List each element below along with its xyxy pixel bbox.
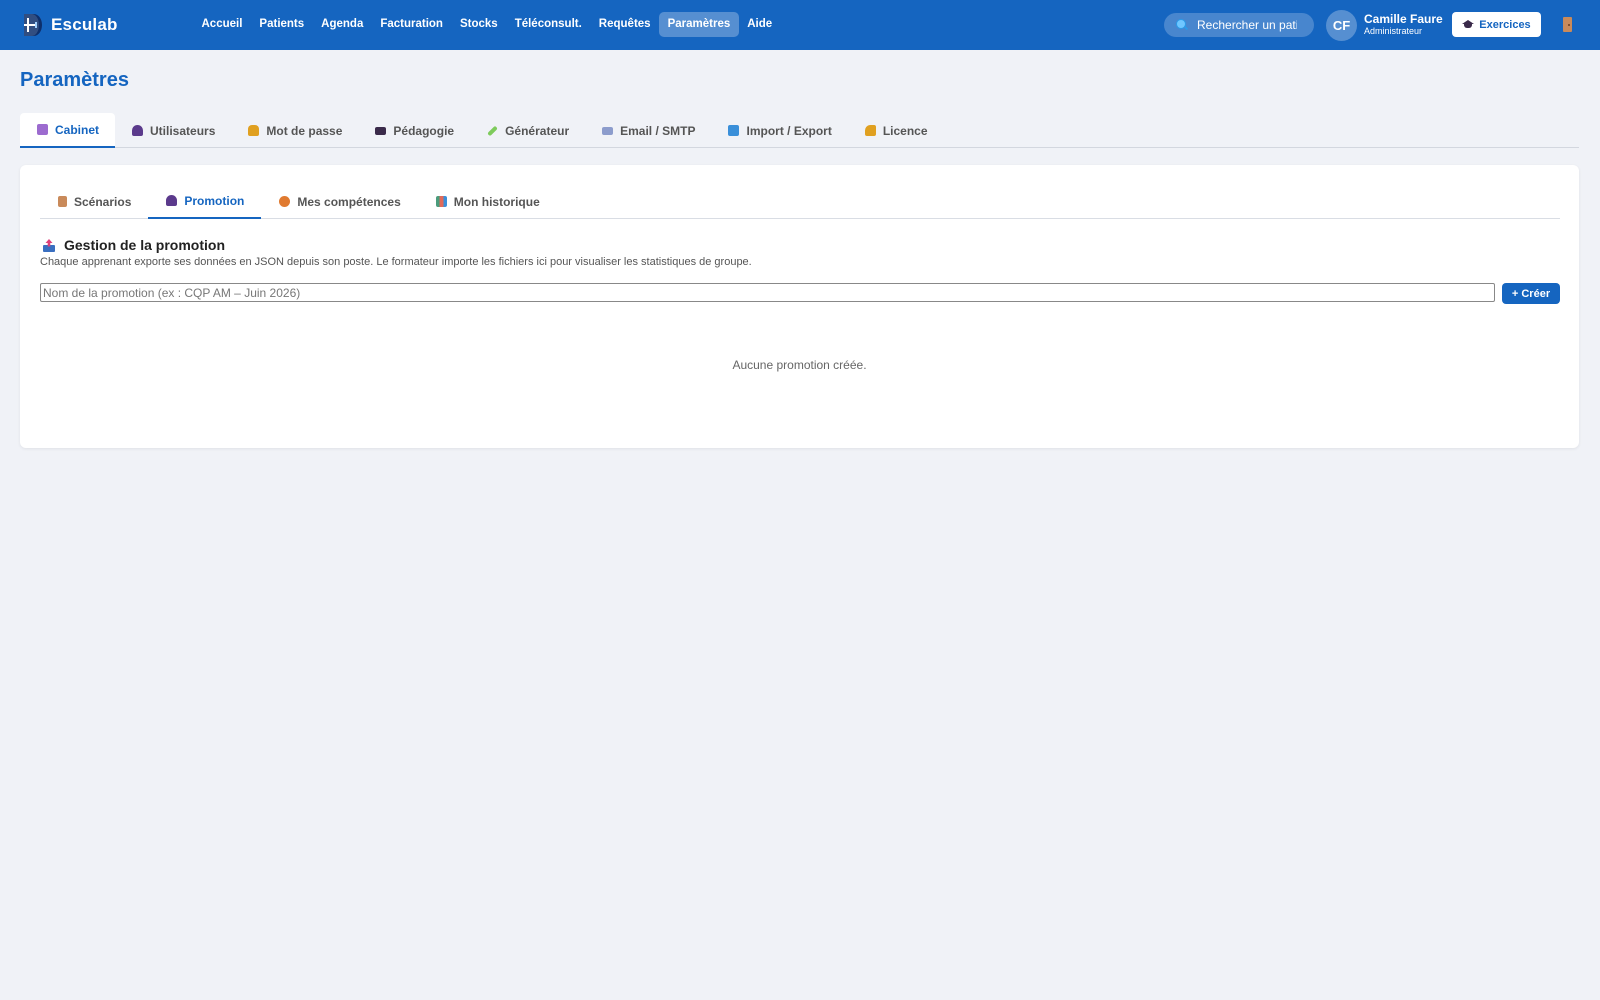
avatar[interactable]: CF: [1326, 10, 1357, 41]
clipboard-icon: [58, 196, 67, 207]
tab-label: Email / SMTP: [620, 123, 696, 138]
tab-label: Cabinet: [55, 122, 100, 137]
main-nav: Accueil Patients Agenda Facturation Stoc…: [193, 12, 781, 37]
user-info[interactable]: Camille Faure Administrateur: [1364, 13, 1443, 37]
tab-label: Générateur: [505, 123, 570, 138]
tab-label: Import / Export: [746, 123, 832, 138]
exercices-button[interactable]: Exercices: [1452, 12, 1541, 37]
nav-item-requetes[interactable]: Requêtes: [590, 12, 659, 37]
nav-item-accueil[interactable]: Accueil: [193, 12, 251, 37]
brand[interactable]: Esculab: [20, 12, 118, 38]
graduation-cap-icon: [375, 126, 387, 135]
section-description: Chaque apprenant exporte ses données en …: [40, 256, 752, 268]
medal-icon: [279, 196, 291, 207]
app-name: Esculab: [51, 15, 118, 34]
inbox-tray-icon: [43, 238, 55, 252]
tab-label: Utilisateurs: [150, 123, 216, 138]
tab-cabinet[interactable]: Cabinet: [20, 113, 116, 148]
promotion-name-input[interactable]: [40, 283, 1495, 302]
top-bar: Esculab Accueil Patients Agenda Facturat…: [0, 0, 1600, 50]
section-title: Gestion de la promotion: [64, 237, 226, 253]
users-icon: [166, 195, 178, 206]
subtab-mes-competences[interactable]: Mes compétences: [261, 184, 417, 219]
graduation-cap-icon: [1462, 20, 1475, 29]
users-icon: [132, 125, 144, 136]
esculab-logo-icon: [24, 14, 42, 36]
nav-item-agenda[interactable]: Agenda: [313, 12, 372, 37]
key-icon: [864, 125, 876, 136]
page-title: Paramètres: [20, 69, 129, 91]
lock-icon: [248, 125, 260, 136]
user-name: Camille Faure: [1364, 12, 1443, 26]
subtab-label: Mes compétences: [297, 194, 401, 209]
settings-tabs: Cabinet Utilisateurs Mot de passe Pédago…: [20, 113, 1579, 148]
section-header: Gestion de la promotion: [43, 237, 225, 253]
subtab-mon-historique[interactable]: Mon historique: [418, 184, 557, 219]
tab-label: Licence: [882, 123, 928, 138]
nav-item-parametres[interactable]: Paramètres: [659, 12, 739, 37]
tab-label: Mot de passe: [266, 123, 343, 138]
subtab-promotion[interactable]: Promotion: [148, 184, 262, 219]
create-promotion-button[interactable]: + Créer: [1502, 283, 1560, 304]
door-icon[interactable]: [1563, 17, 1572, 32]
exercices-label: Exercices: [1479, 18, 1531, 31]
subtab-label: Promotion: [184, 193, 245, 208]
subtab-label: Scénarios: [74, 194, 132, 209]
nav-item-aide[interactable]: Aide: [739, 12, 781, 37]
tab-generateur[interactable]: Générateur: [470, 113, 585, 148]
bar-chart-icon: [435, 196, 447, 207]
refresh-icon: [728, 125, 740, 136]
nav-item-teleconsult[interactable]: Téléconsult.: [506, 12, 590, 37]
promotion-card: Scénarios Promotion Mes compétences Mon …: [20, 165, 1579, 448]
search-input[interactable]: [1197, 18, 1297, 32]
tab-pedagogie[interactable]: Pédagogie: [358, 113, 470, 148]
search-icon: [1176, 19, 1188, 31]
patient-search[interactable]: [1164, 13, 1314, 37]
email-icon: [602, 126, 614, 135]
tab-email-smtp[interactable]: Email / SMTP: [585, 113, 711, 148]
user-role: Administrateur: [1364, 26, 1423, 36]
tab-utilisateurs[interactable]: Utilisateurs: [115, 113, 231, 148]
pedagogy-sub-tabs: Scénarios Promotion Mes compétences Mon …: [40, 184, 1560, 219]
tab-licence[interactable]: Licence: [848, 113, 944, 148]
nav-item-facturation[interactable]: Facturation: [372, 12, 452, 37]
tab-import-export[interactable]: Import / Export: [711, 113, 847, 148]
nav-item-patients[interactable]: Patients: [251, 12, 313, 37]
empty-state-message: Aucune promotion créée.: [732, 358, 867, 372]
subtab-label: Mon historique: [453, 194, 540, 209]
subtab-scenarios[interactable]: Scénarios: [40, 184, 148, 219]
books-icon: [37, 124, 48, 135]
tab-mot-de-passe[interactable]: Mot de passe: [231, 113, 358, 148]
tab-label: Pédagogie: [393, 123, 455, 138]
nav-item-stocks[interactable]: Stocks: [451, 12, 506, 37]
syringe-icon: [487, 125, 498, 136]
